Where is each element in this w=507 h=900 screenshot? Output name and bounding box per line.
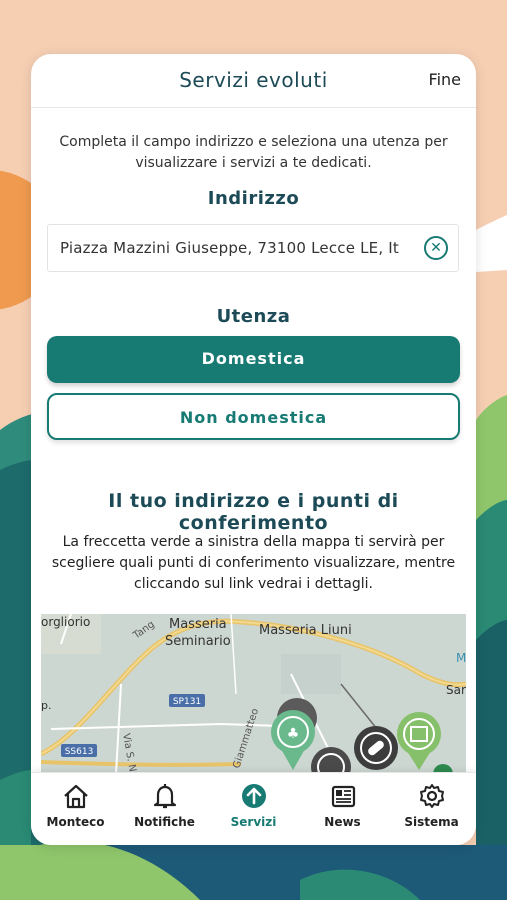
map-label-11: M: [456, 651, 466, 665]
non-domestica-button[interactable]: Non domestica: [47, 393, 460, 440]
map-section-description: La freccetta verde a sinistra della mapp…: [51, 534, 456, 592]
map-canvas: SP131 SS613 orgliorio Masseria Seminario…: [41, 614, 466, 774]
tab-label-notifiche: Notifiche: [134, 815, 195, 829]
tab-monteco[interactable]: Monteco: [31, 781, 120, 829]
domestica-button[interactable]: Domestica: [47, 336, 460, 383]
page-title: Servizi evoluti: [179, 68, 328, 92]
tab-news[interactable]: News: [298, 781, 387, 829]
map-label-2: Masseria: [169, 617, 227, 632]
tab-label-sistema: Sistema: [404, 815, 459, 829]
tab-sistema[interactable]: Sistema: [387, 781, 476, 829]
map-label-1: orgliorio: [41, 615, 90, 629]
map-label-ss613: SS613: [65, 747, 94, 757]
tab-label-monteco: Monteco: [46, 815, 105, 829]
services-sheet: Servizi evoluti Fine Completa il campo i…: [31, 54, 476, 845]
bell-icon: [153, 784, 176, 809]
sheet-header: Servizi evoluti Fine: [31, 54, 476, 108]
arrow-up-circle-icon: [241, 784, 266, 808]
address-value: Piazza Mazzini Giuseppe, 73100 Lecce LE,…: [60, 239, 399, 257]
map-view[interactable]: SP131 SS613 orgliorio Masseria Seminario…: [41, 614, 466, 774]
map-section-heading: Il tuo indirizzo e i punti di conferimen…: [108, 490, 399, 534]
svg-text:♣: ♣: [287, 726, 300, 742]
map-label-4: Masseria Liuni: [259, 623, 352, 638]
utenza-heading: Utenza: [216, 306, 291, 327]
done-button[interactable]: Fine: [429, 70, 461, 89]
tab-notifiche[interactable]: Notifiche: [120, 781, 209, 829]
newspaper-icon: [331, 785, 355, 808]
map-label-10: Sar: [446, 683, 466, 697]
intro-text: Completa il campo indirizzo e seleziona …: [59, 134, 448, 171]
address-heading: Indirizzo: [207, 188, 300, 209]
address-field[interactable]: Piazza Mazzini Giuseppe, 73100 Lecce LE,…: [47, 224, 459, 272]
tab-servizi[interactable]: Servizi: [209, 781, 298, 829]
tab-label-servizi: Servizi: [230, 815, 277, 829]
map-label-12: p.: [41, 699, 51, 712]
bottom-tab-bar: Monteco Notifiche Servizi News Sistema: [31, 772, 476, 845]
home-icon: [63, 784, 88, 809]
map-label-sp131: SP131: [173, 697, 201, 707]
tab-label-news: News: [324, 815, 361, 829]
map-marker-pill[interactable]: [354, 726, 398, 770]
gear-icon: [419, 784, 444, 808]
map-label-3: Seminario: [165, 634, 231, 649]
clear-icon[interactable]: ✕: [424, 236, 448, 260]
